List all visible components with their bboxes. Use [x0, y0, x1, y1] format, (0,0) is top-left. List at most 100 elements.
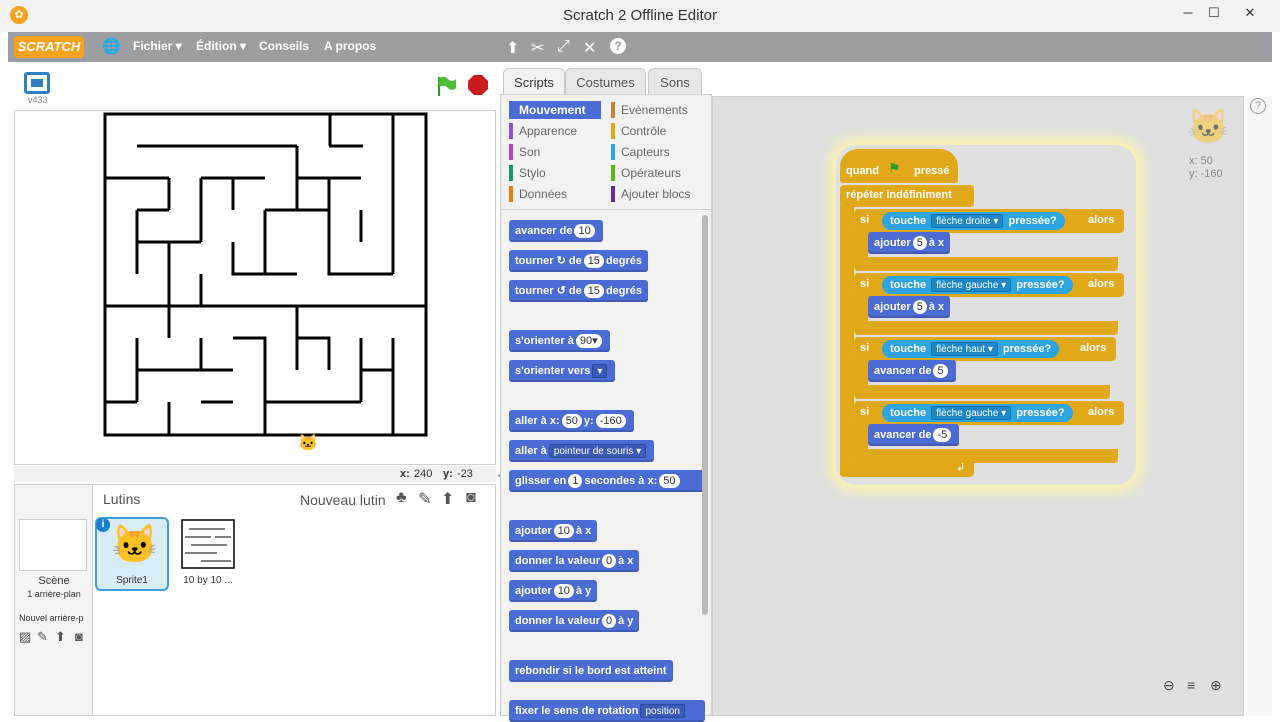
delete-icon[interactable]: ✂ — [531, 38, 544, 58]
right-scroll-column: ? — [1246, 96, 1272, 716]
sprite-tile-sprite1[interactable]: i 🐱 Sprite1 — [95, 517, 169, 591]
forever-block[interactable]: répéter indéfiniment — [840, 185, 974, 207]
green-flag-icon[interactable] — [434, 74, 458, 98]
palette-scrollbar[interactable] — [702, 215, 708, 615]
block-bounce[interactable]: rebondir si le bord est atteint — [509, 660, 673, 682]
tab-sounds[interactable]: Sons — [648, 68, 702, 96]
sprite-x-readout: x: 50 — [1189, 155, 1213, 167]
current-sprite-icon: 🐱 — [1187, 108, 1230, 146]
close-button[interactable]: ✕ — [1238, 5, 1262, 21]
mouse-y: -23 — [457, 468, 473, 480]
new-sprite-label: Nouveau lutin — [300, 492, 386, 508]
scene-backdrop-count: 1 arrière-plan — [27, 589, 81, 599]
menu-file[interactable]: Fichier ▾ — [133, 39, 182, 53]
duplicate-icon[interactable]: ⬆ — [506, 38, 519, 58]
if-block-bottom — [854, 385, 1110, 399]
block-set-y[interactable]: donner la valeur 0 à y — [509, 610, 640, 632]
backdrop-library-icon[interactable]: ▨ — [19, 629, 31, 645]
block-goto[interactable]: aller à pointeur de souris ▾ — [509, 440, 655, 462]
if-block-bottom — [854, 321, 1118, 335]
menu-about[interactable]: A propos — [324, 39, 376, 53]
category-operators[interactable]: Opérateurs — [611, 164, 681, 182]
sprite-name: 10 by 10 ... — [183, 575, 233, 586]
category-looks[interactable]: Apparence — [509, 122, 577, 140]
block-change-x[interactable]: ajouter 10 à x — [509, 520, 598, 542]
if-block[interactable]: si touche flèche haut ▾ pressée? alors — [854, 337, 1116, 361]
stage-canvas[interactable]: 🐱 — [14, 110, 496, 465]
command-block[interactable]: avancer de -5 — [868, 424, 960, 446]
category-motion[interactable]: Mouvement — [509, 101, 601, 119]
grow-icon[interactable]: ⤢ — [557, 38, 570, 56]
block-point-direction[interactable]: s'orienter à 90▾ — [509, 330, 610, 352]
if-block[interactable]: si touche flèche gauche ▾ pressée? alors — [854, 401, 1124, 425]
zoom-in-icon[interactable]: ⊕ — [1210, 677, 1228, 695]
backdrop-paint-icon[interactable]: ✎ — [37, 629, 48, 645]
command-block[interactable]: ajouter 5 à x — [868, 296, 951, 318]
backdrop-upload-icon[interactable]: ⬆ — [55, 629, 66, 645]
backdrop-camera-icon[interactable]: ◙ — [75, 629, 83, 644]
key-pressed-block[interactable]: touche flèche gauche ▾ pressée? — [882, 404, 1073, 422]
scene-label: Scène — [38, 575, 70, 587]
shrink-icon[interactable]: ✕ — [583, 38, 596, 58]
tab-scripts[interactable]: Scripts — [503, 68, 565, 96]
sprite-library-icon[interactable]: ♣ — [396, 489, 407, 507]
cat-costume-icon: 🐱 — [111, 524, 159, 566]
block-rotation-style[interactable]: fixer le sens de rotation position — [509, 700, 705, 722]
if-block[interactable]: si touche flèche droite ▾ pressée? alors — [854, 209, 1124, 233]
camera-icon[interactable]: ◙ — [466, 489, 476, 507]
script-area[interactable]: quand ⚑ pressé répéter indéfiniment ↲ 🐱 … — [712, 96, 1244, 716]
zoom-out-icon[interactable]: ⊖ — [1163, 677, 1181, 695]
hat-block-when-flag[interactable]: quand ⚑ pressé — [840, 149, 958, 183]
key-pressed-block[interactable]: touche flèche gauche ▾ pressée? — [882, 276, 1073, 294]
category-events[interactable]: Evènements — [611, 101, 688, 119]
tab-costumes[interactable]: Costumes — [565, 68, 646, 96]
block-move-steps[interactable]: avancer de 10 — [509, 220, 603, 242]
help-icon[interactable]: ? — [610, 38, 626, 54]
if-block[interactable]: si touche flèche gauche ▾ pressée? alors — [854, 273, 1124, 297]
editor-tabs: Scripts Costumes Sons — [500, 64, 1272, 96]
new-backdrop-label: Nouvel arrière-p — [19, 613, 84, 623]
block-change-y[interactable]: ajouter 10 à y — [509, 580, 598, 602]
category-sound[interactable]: Son — [509, 143, 540, 161]
menu-tips[interactable]: Conseils — [259, 39, 309, 53]
sprite-panel: Lutins Nouveau lutin ♣ ✎ ⬆ ◙ Scène 1 arr… — [14, 484, 496, 716]
stop-icon[interactable] — [467, 74, 489, 96]
maze-thumbnail-icon — [181, 519, 235, 569]
key-pressed-block[interactable]: touche flèche haut ▾ pressée? — [882, 340, 1060, 358]
block-palette: Mouvement Apparence Son Stylo Données Ev… — [500, 94, 712, 722]
block-set-x[interactable]: donner la valeur 0 à x — [509, 550, 640, 572]
fullscreen-icon[interactable] — [24, 72, 50, 94]
if-block-bottom — [854, 449, 1118, 463]
category-control[interactable]: Contrôle — [611, 122, 666, 140]
scratch-logo[interactable]: SCRATCH — [14, 36, 84, 58]
block-point-towards[interactable]: s'orienter vers ▾ — [509, 360, 616, 382]
sprite-tile-maze[interactable]: 10 by 10 ... — [173, 517, 243, 591]
sprite-cat-icon[interactable]: 🐱 — [298, 433, 318, 453]
category-data[interactable]: Données — [509, 185, 567, 203]
stage-header: v433 — [14, 66, 496, 110]
upload-icon[interactable]: ⬆ — [441, 489, 454, 509]
maximize-button[interactable]: ☐ — [1202, 5, 1226, 21]
info-icon[interactable]: i — [96, 518, 110, 532]
block-turn-left[interactable]: tourner ↺ de 15 degrés — [509, 280, 649, 302]
scene-thumbnail[interactable] — [19, 519, 87, 571]
category-more-blocks[interactable]: Ajouter blocs — [611, 185, 690, 203]
maze-backdrop — [103, 112, 428, 437]
block-turn-right[interactable]: tourner ↻ de 15 degrés — [509, 250, 649, 272]
paint-brush-icon[interactable]: ✎ — [418, 489, 431, 509]
key-pressed-block[interactable]: touche flèche droite ▾ pressée? — [882, 212, 1065, 230]
menu-edit[interactable]: Édition ▾ — [196, 39, 246, 53]
forever-bottom: ↲ — [840, 461, 974, 477]
window-title: Scratch 2 Offline Editor — [563, 7, 717, 24]
help-tips-icon[interactable]: ? — [1250, 98, 1266, 114]
minimize-button[interactable]: ─ — [1176, 5, 1200, 21]
block-glide[interactable]: glisser en 1 secondes à x: 50 — [509, 470, 705, 492]
category-sensing[interactable]: Capteurs — [611, 143, 670, 161]
command-block[interactable]: avancer de 5 — [868, 360, 956, 382]
flag-icon: ⚑ — [888, 160, 901, 176]
category-pen[interactable]: Stylo — [509, 164, 546, 182]
command-block[interactable]: ajouter 5 à x — [868, 232, 951, 254]
block-goto-xy[interactable]: aller à x: 50 y: -160 — [509, 410, 634, 432]
language-globe-icon[interactable]: 🌐 — [102, 37, 121, 55]
zoom-reset-icon[interactable]: ≡ — [1187, 677, 1205, 695]
